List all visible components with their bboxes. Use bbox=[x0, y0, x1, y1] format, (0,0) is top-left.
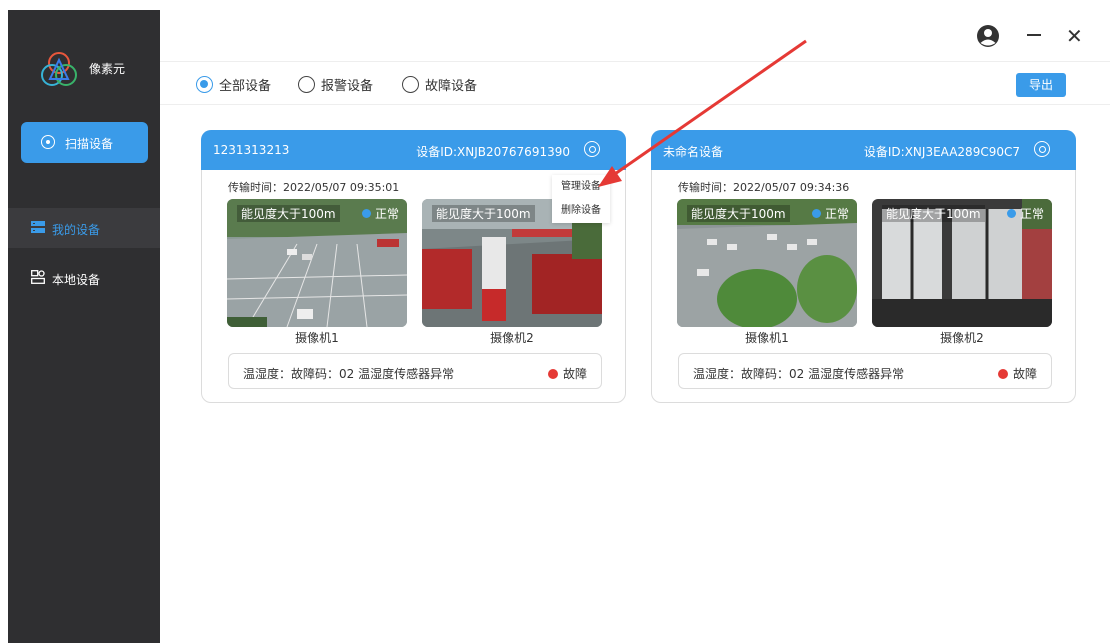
sensor-text: 温湿度：故障码：02 温湿度传感器异常 bbox=[693, 367, 905, 381]
camera-status-text: 正常 bbox=[1019, 207, 1044, 221]
camera-label: 摄像机1 bbox=[295, 331, 339, 345]
logo-icon bbox=[41, 52, 77, 86]
device-card-header: 未命名设备 设备ID:XNJ3EAA289C90C7 bbox=[651, 130, 1076, 170]
device-list-icon bbox=[31, 221, 45, 233]
camera-feed[interactable]: 能见度大于100m 正常 bbox=[677, 199, 857, 327]
visibility-label: 能见度大于100m bbox=[237, 205, 340, 222]
device-card: 1231313213 设备ID:XNJB20767691390 传输时间：202… bbox=[201, 130, 626, 403]
camera-feed[interactable]: 能见度大于100m 正常 bbox=[227, 199, 407, 327]
filter-bar: 全部设备 报警设备 故障设备 导出 bbox=[160, 63, 1110, 105]
sensor-status-row: 温湿度：故障码：02 温湿度传感器异常 故障 bbox=[678, 353, 1052, 389]
status-dot-icon bbox=[811, 209, 821, 218]
filter-label: 故障设备 bbox=[425, 79, 478, 94]
camera-status: 正常 bbox=[361, 205, 399, 222]
app-logo: 像素元 bbox=[37, 48, 147, 96]
filter-label: 全部设备 bbox=[219, 79, 272, 94]
camera-feed[interactable]: 能见度大于100m 正常 bbox=[872, 199, 1052, 327]
status-dot-icon bbox=[361, 209, 371, 218]
sensor-status-row: 温湿度：故障码：02 温湿度传感器异常 故障 bbox=[228, 353, 602, 389]
device-id: 设备ID:XNJB20767691390 bbox=[416, 145, 570, 159]
device-name: 1231313213 bbox=[213, 143, 290, 157]
app-name: 像素元 bbox=[89, 62, 126, 76]
camera-status-text: 正常 bbox=[824, 207, 849, 221]
device-card: 未命名设备 设备ID:XNJ3EAA289C90C7 传输时间：2022/05/… bbox=[651, 130, 1076, 403]
status-dot-icon bbox=[1006, 209, 1016, 218]
delete-device-menu-item[interactable]: 删除设备 bbox=[552, 199, 610, 223]
local-device-icon bbox=[31, 270, 45, 284]
user-icon[interactable] bbox=[976, 24, 1000, 48]
title-bar: ✕ bbox=[160, 10, 1110, 62]
transmit-time: 传输时间：2022/05/07 09:34:36 bbox=[678, 181, 850, 194]
device-name: 未命名设备 bbox=[663, 145, 724, 159]
fault-dot-icon bbox=[547, 369, 558, 379]
scan-devices-label: 扫描设备 bbox=[65, 137, 114, 151]
camera-status: 正常 bbox=[1006, 205, 1044, 222]
fault-text: 故障 bbox=[1012, 367, 1037, 381]
radio-icon bbox=[196, 76, 213, 93]
filter-label: 报警设备 bbox=[321, 79, 374, 94]
device-id: 设备ID:XNJ3EAA289C90C7 bbox=[863, 145, 1020, 159]
camera-label: 摄像机2 bbox=[490, 331, 534, 345]
manage-device-menu-item[interactable]: 管理设备 bbox=[552, 175, 610, 199]
filter-fault-devices[interactable]: 故障设备 bbox=[402, 75, 477, 94]
export-button[interactable]: 导出 bbox=[1016, 73, 1066, 97]
fault-dot-icon bbox=[997, 369, 1008, 379]
sidebar-item-my-devices[interactable]: 我的设备 bbox=[8, 208, 160, 248]
minimize-icon[interactable] bbox=[1027, 34, 1041, 36]
app-window: 像素元 扫描设备 我的设备 本地设备 ✕ 全部设备 报警设备 故障设备 导出 1… bbox=[0, 0, 1110, 643]
radio-icon bbox=[298, 76, 315, 93]
sidebar-item-label: 本地设备 bbox=[52, 273, 101, 287]
camera-status: 正常 bbox=[811, 205, 849, 222]
radio-icon bbox=[402, 76, 419, 93]
transmit-time: 传输时间：2022/05/07 09:35:01 bbox=[228, 181, 400, 194]
visibility-label: 能见度大于100m bbox=[432, 205, 535, 222]
fault-badge: 故障 bbox=[997, 365, 1037, 382]
camera-status-text: 正常 bbox=[374, 207, 399, 221]
sidebar-item-local-devices[interactable]: 本地设备 bbox=[8, 258, 160, 298]
visibility-label: 能见度大于100m bbox=[882, 205, 985, 222]
scan-devices-button[interactable]: 扫描设备 bbox=[21, 122, 148, 163]
scan-icon bbox=[41, 135, 55, 149]
gear-icon[interactable] bbox=[1034, 141, 1050, 157]
camera-label: 摄像机1 bbox=[745, 331, 789, 345]
fault-badge: 故障 bbox=[547, 365, 587, 382]
filter-all-devices[interactable]: 全部设备 bbox=[196, 75, 271, 94]
sidebar-item-label: 我的设备 bbox=[52, 223, 101, 237]
gear-icon[interactable] bbox=[584, 141, 600, 157]
fault-text: 故障 bbox=[562, 367, 587, 381]
camera-label: 摄像机2 bbox=[940, 331, 984, 345]
filter-alarm-devices[interactable]: 报警设备 bbox=[298, 75, 373, 94]
sensor-text: 温湿度：故障码：02 温湿度传感器异常 bbox=[243, 367, 455, 381]
close-icon[interactable]: ✕ bbox=[1066, 24, 1083, 48]
sidebar: 像素元 扫描设备 我的设备 本地设备 bbox=[8, 10, 160, 643]
visibility-label: 能见度大于100m bbox=[687, 205, 790, 222]
device-context-menu: 管理设备 删除设备 bbox=[552, 175, 610, 223]
device-card-header: 1231313213 设备ID:XNJB20767691390 bbox=[201, 130, 626, 170]
